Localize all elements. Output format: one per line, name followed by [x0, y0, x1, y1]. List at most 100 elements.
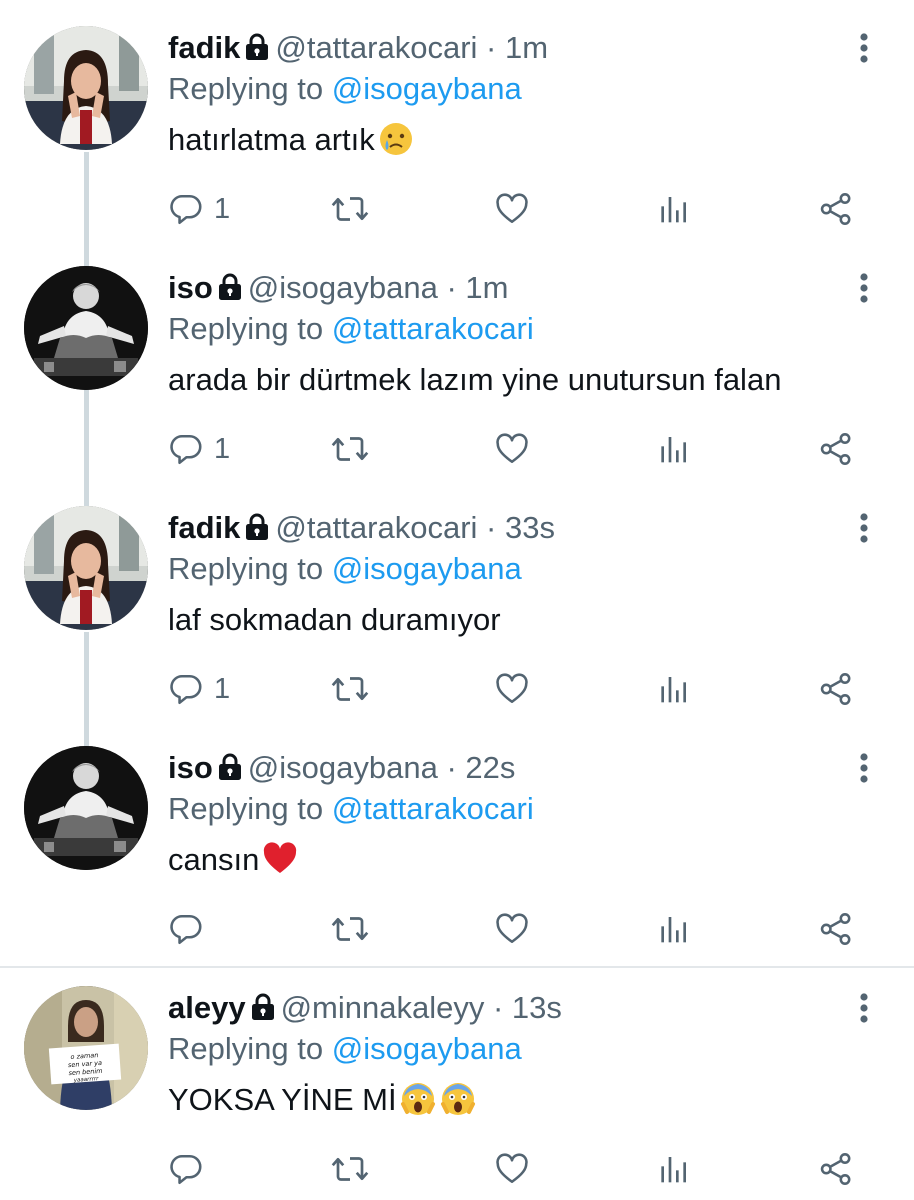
- like-icon: [494, 671, 530, 707]
- reply-count: 1: [214, 432, 231, 465]
- action-bar: [0, 904, 914, 954]
- retweet-button[interactable]: [330, 904, 370, 954]
- tweet-text-content: hatırlatma artık: [168, 122, 375, 157]
- reply-tweet[interactable]: fadik @tattarakocari · 1m Replying to @iso…: [0, 0, 914, 240]
- user-handle[interactable]: @tattarakocari: [275, 510, 477, 545]
- retweet-button[interactable]: [330, 184, 370, 234]
- share-icon: [818, 911, 854, 947]
- reply-icon: [168, 1151, 204, 1187]
- reply-button[interactable]: [168, 904, 214, 954]
- reply-tweet[interactable]: o zaman sen var ya sen benim yaaarrrrr aleyy…: [0, 960, 914, 1200]
- user-handle[interactable]: @isogaybana: [248, 750, 438, 785]
- more-icon[interactable]: [848, 508, 880, 548]
- like-button[interactable]: [494, 904, 530, 954]
- views-button[interactable]: [658, 424, 690, 474]
- retweet-icon: [330, 911, 370, 947]
- action-bar: 1: [0, 184, 914, 234]
- mention-link[interactable]: @tattarakocari: [332, 311, 534, 346]
- action-bar: 1: [0, 664, 914, 714]
- replying-to-label: Replying to: [168, 311, 324, 346]
- share-button[interactable]: [818, 424, 854, 474]
- timestamp[interactable]: · 33s: [486, 510, 555, 545]
- lock-icon: [218, 271, 242, 311]
- display-name[interactable]: aleyy: [168, 990, 246, 1025]
- retweet-icon: [330, 191, 370, 227]
- retweet-button[interactable]: [330, 664, 370, 714]
- reply-button[interactable]: 1: [168, 664, 230, 714]
- like-icon: [494, 1151, 530, 1187]
- display-name[interactable]: fadik: [168, 510, 240, 545]
- views-button[interactable]: [658, 1144, 690, 1194]
- mention-link[interactable]: @tattarakocari: [332, 791, 534, 826]
- reply-icon: [168, 431, 204, 467]
- share-button[interactable]: [818, 904, 854, 954]
- retweet-button[interactable]: [330, 424, 370, 474]
- mention-link[interactable]: @isogaybana: [332, 551, 522, 586]
- like-icon: [494, 911, 530, 947]
- mention-link[interactable]: @isogaybana: [332, 71, 522, 106]
- timestamp[interactable]: · 1m: [486, 30, 548, 65]
- reply-icon: [168, 191, 204, 227]
- views-button[interactable]: [658, 184, 690, 234]
- reply-count: 1: [214, 672, 231, 705]
- reply-tweet[interactable]: fadik @tattarakocari · 33s Replying to @is…: [0, 480, 914, 720]
- more-icon[interactable]: [848, 748, 880, 788]
- tweet-text-content: arada bir dürtmek lazım yine unutursun f…: [168, 362, 782, 397]
- avatar[interactable]: [24, 746, 148, 870]
- share-button[interactable]: [818, 1144, 854, 1194]
- display-name[interactable]: iso: [168, 270, 213, 305]
- user-handle[interactable]: @minnakaleyy: [281, 990, 485, 1025]
- share-icon: [818, 431, 854, 467]
- avatar[interactable]: [24, 506, 148, 630]
- display-name[interactable]: iso: [168, 750, 213, 785]
- tweet-text: hatırlatma artık: [168, 118, 415, 162]
- retweet-icon: [330, 1151, 370, 1187]
- user-handle[interactable]: @isogaybana: [248, 270, 438, 305]
- avatar[interactable]: [24, 26, 148, 150]
- lock-icon: [245, 511, 269, 551]
- tweet-text: laf sokmadan duramıyor: [168, 598, 501, 642]
- avatar[interactable]: [24, 266, 148, 390]
- emoji: [375, 122, 415, 157]
- lock-icon: [251, 991, 275, 1031]
- views-button[interactable]: [658, 904, 690, 954]
- retweet-icon: [330, 671, 370, 707]
- more-icon[interactable]: [848, 268, 880, 308]
- retweet-button[interactable]: [330, 1144, 370, 1194]
- tweet-header: fadik @tattarakocari · 1m: [168, 28, 548, 71]
- tweet-header: fadik @tattarakocari · 33s: [168, 508, 555, 551]
- views-button[interactable]: [658, 664, 690, 714]
- timestamp[interactable]: · 13s: [493, 990, 562, 1025]
- replying-to-label: Replying to: [168, 71, 324, 106]
- tweet-text: arada bir dürtmek lazım yine unutursun f…: [168, 358, 781, 402]
- reply-button[interactable]: 1: [168, 184, 230, 234]
- like-button[interactable]: [494, 1144, 530, 1194]
- like-button[interactable]: [494, 184, 530, 234]
- reply-tweet[interactable]: iso @isogaybana · 1m Replying to @tattarak…: [0, 240, 914, 480]
- like-icon: [494, 191, 530, 227]
- views-icon: [658, 1153, 690, 1185]
- views-icon: [658, 673, 690, 705]
- reply-button[interactable]: 1: [168, 424, 230, 474]
- share-icon: [818, 671, 854, 707]
- action-bar: [0, 1144, 914, 1194]
- user-handle[interactable]: @tattarakocari: [275, 30, 477, 65]
- timestamp[interactable]: · 22s: [446, 750, 515, 785]
- more-icon[interactable]: [848, 28, 880, 68]
- retweet-icon: [330, 431, 370, 467]
- share-button[interactable]: [818, 664, 854, 714]
- lock-icon: [245, 31, 269, 71]
- mention-link[interactable]: @isogaybana: [332, 1031, 522, 1066]
- replying-to-label: Replying to: [168, 791, 324, 826]
- avatar[interactable]: o zaman sen var ya sen benim yaaarrrrr: [24, 986, 148, 1110]
- share-button[interactable]: [818, 184, 854, 234]
- reply-tweet[interactable]: iso @isogaybana · 22s Replying to @tattara…: [0, 720, 914, 960]
- more-icon[interactable]: [848, 988, 880, 1028]
- replying-to-line: Replying to @tattarakocari: [168, 789, 534, 829]
- like-button[interactable]: [494, 424, 530, 474]
- reply-button[interactable]: [168, 1144, 214, 1194]
- timestamp[interactable]: · 1m: [446, 270, 508, 305]
- like-button[interactable]: [494, 664, 530, 714]
- display-name[interactable]: fadik: [168, 30, 240, 65]
- reply-icon: [168, 671, 204, 707]
